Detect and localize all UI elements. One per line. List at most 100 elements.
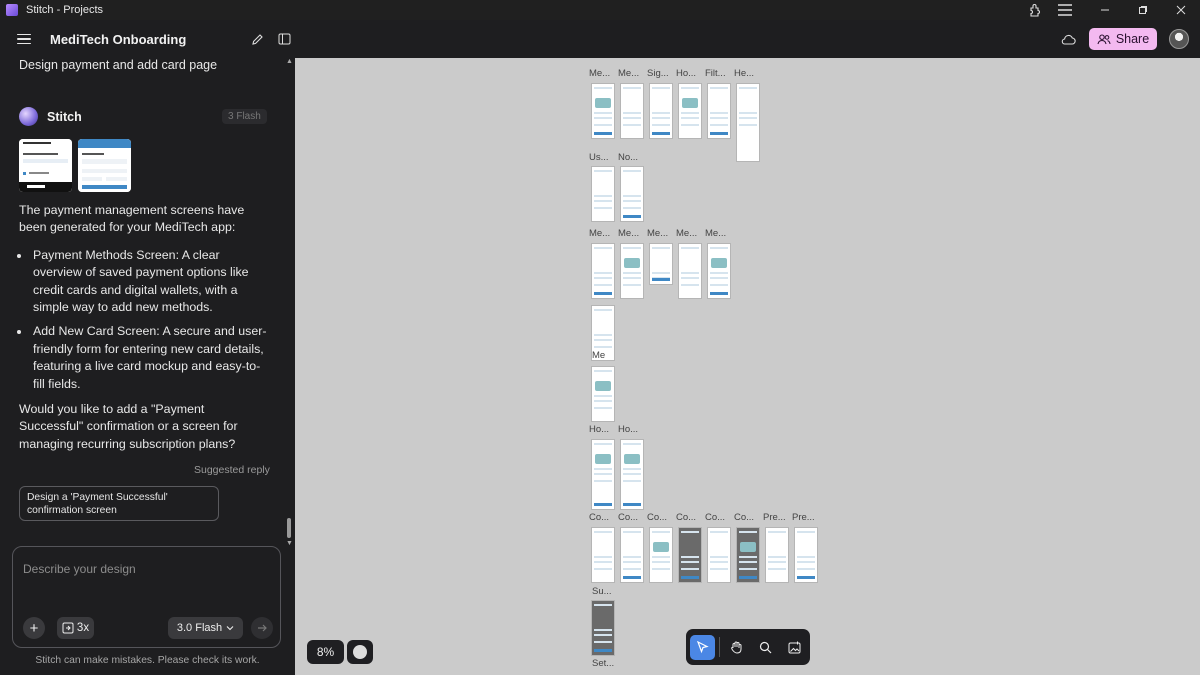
screen-thumbnail[interactable] [620, 83, 644, 139]
screen-label[interactable]: Me... [589, 228, 610, 239]
screen-thumbnail[interactable] [649, 527, 673, 583]
screen-label[interactable]: Me... [647, 228, 668, 239]
select-tool-icon[interactable] [690, 634, 715, 660]
zoom-level[interactable]: 8% [307, 640, 344, 664]
scroll-up-arrow-icon[interactable]: ▲ [286, 58, 293, 65]
model-select[interactable]: 3.0 Flash [168, 617, 243, 639]
cloud-sync-icon[interactable] [1060, 31, 1076, 47]
screen-thumbnail[interactable] [707, 83, 731, 139]
screen-thumbnail[interactable] [591, 166, 615, 222]
screen-label[interactable]: Us... [589, 152, 609, 163]
screen-content-block [652, 117, 670, 119]
add-attachment-button[interactable]: + [23, 617, 45, 639]
screen-thumbnail[interactable] [591, 83, 615, 139]
screen-thumbnail[interactable] [736, 527, 760, 583]
screen-thumbnail[interactable] [678, 527, 702, 583]
screen-thumbnail[interactable] [678, 243, 702, 299]
screen-thumbnail[interactable] [765, 527, 789, 583]
screen-label[interactable]: Co... [676, 512, 696, 523]
pan-hand-icon[interactable] [724, 635, 749, 660]
screen-thumbnail[interactable] [620, 243, 644, 299]
screen-content-block [739, 556, 757, 558]
menu-icon[interactable] [1050, 0, 1080, 20]
screen-thumbnail[interactable] [591, 439, 615, 510]
screen-label[interactable]: Set... [592, 658, 614, 669]
suggested-reply-chip[interactable]: Design a 'Payment Successful' confirmati… [19, 486, 219, 521]
screen-label[interactable]: Pre... [792, 512, 815, 523]
generated-screen-thumbnail[interactable] [78, 139, 131, 192]
screen-thumbnail[interactable] [620, 166, 644, 222]
minimize-icon[interactable] [1086, 0, 1124, 20]
screen-content-block [594, 556, 612, 558]
scroll-down-arrow-icon[interactable]: ▼ [286, 540, 293, 547]
screen-label[interactable]: Me... [618, 68, 639, 79]
screen-label[interactable]: Filt... [705, 68, 726, 79]
screen-thumbnail[interactable] [736, 83, 760, 162]
screen-thumbnail[interactable] [591, 366, 615, 422]
screen-content-block [711, 258, 727, 268]
screen-thumbnail[interactable] [649, 83, 673, 139]
screen-label[interactable]: Co... [589, 512, 609, 523]
screen-thumbnail[interactable] [620, 527, 644, 583]
model-label: 3.0 Flash [176, 622, 223, 634]
screen-thumbnail[interactable] [707, 527, 731, 583]
screen-thumbnail[interactable] [591, 527, 615, 583]
screen-thumbnail[interactable] [620, 439, 644, 510]
arrow-right-icon [257, 624, 267, 632]
extensions-icon[interactable] [1020, 0, 1050, 20]
app-header: MediTech Onboarding Share [0, 20, 1200, 58]
screen-content-block [681, 117, 699, 119]
screen-content-block [652, 132, 670, 135]
screen-label[interactable]: Me... [705, 228, 726, 239]
screen-content-block [653, 542, 669, 552]
screen-label[interactable]: He... [734, 68, 754, 79]
zoom-search-icon[interactable] [753, 635, 778, 660]
screen-label[interactable]: Pre... [763, 512, 786, 523]
screen-content-block [652, 531, 670, 533]
screen-content-block [594, 292, 612, 295]
screen-content-block [768, 561, 786, 563]
screen-content-block [710, 277, 728, 279]
close-icon[interactable] [1162, 0, 1200, 20]
screen-label[interactable]: Co... [647, 512, 667, 523]
generated-screen-thumbnail[interactable] [19, 139, 72, 192]
screen-thumbnail[interactable] [649, 243, 673, 285]
toggle-sidebar-icon[interactable] [276, 31, 292, 47]
restore-icon[interactable] [1124, 0, 1162, 20]
design-canvas[interactable]: Me... Me... Sig... Ho... Filt... He... Us... No… [295, 58, 1200, 675]
screen-label[interactable]: Me... [618, 228, 639, 239]
screen-label[interactable]: Me... [676, 228, 697, 239]
variants-button[interactable]: 3x [57, 617, 94, 639]
send-button[interactable] [251, 617, 273, 639]
screen-label[interactable]: No... [618, 152, 638, 163]
edit-pencil-icon[interactable] [249, 31, 265, 47]
screen-label[interactable]: Ho... [618, 424, 638, 435]
theme-toggle[interactable] [347, 640, 373, 664]
screen-label[interactable]: Co... [705, 512, 725, 523]
screen-label[interactable]: Me [592, 350, 605, 361]
add-image-icon[interactable] [782, 635, 807, 660]
screen-content-block [652, 112, 670, 114]
screen-content-block [623, 124, 641, 126]
screen-thumbnail[interactable] [591, 600, 615, 656]
screen-content-block [739, 561, 757, 563]
screen-thumbnail[interactable] [794, 527, 818, 583]
hamburger-menu-icon[interactable] [17, 33, 31, 45]
screen-thumbnail[interactable] [678, 83, 702, 139]
user-avatar[interactable] [1169, 29, 1189, 49]
screen-label[interactable]: Me... [589, 68, 610, 79]
agent-header: Stitch [19, 107, 82, 126]
screen-content-block [594, 309, 612, 311]
stitch-avatar-icon [19, 107, 38, 126]
share-button[interactable]: Share [1089, 28, 1157, 50]
screen-thumbnail[interactable] [591, 243, 615, 299]
screen-thumbnail[interactable] [707, 243, 731, 299]
screen-label[interactable]: Co... [618, 512, 638, 523]
screen-label[interactable]: Ho... [676, 68, 696, 79]
design-prompt-input[interactable] [23, 562, 268, 576]
screen-label[interactable]: Co... [734, 512, 754, 523]
screen-label[interactable]: Sig... [647, 68, 669, 79]
screen-label[interactable]: Su... [592, 586, 612, 597]
screen-label[interactable]: Ho... [589, 424, 609, 435]
chat-scrollbar-thumb[interactable] [287, 518, 291, 538]
